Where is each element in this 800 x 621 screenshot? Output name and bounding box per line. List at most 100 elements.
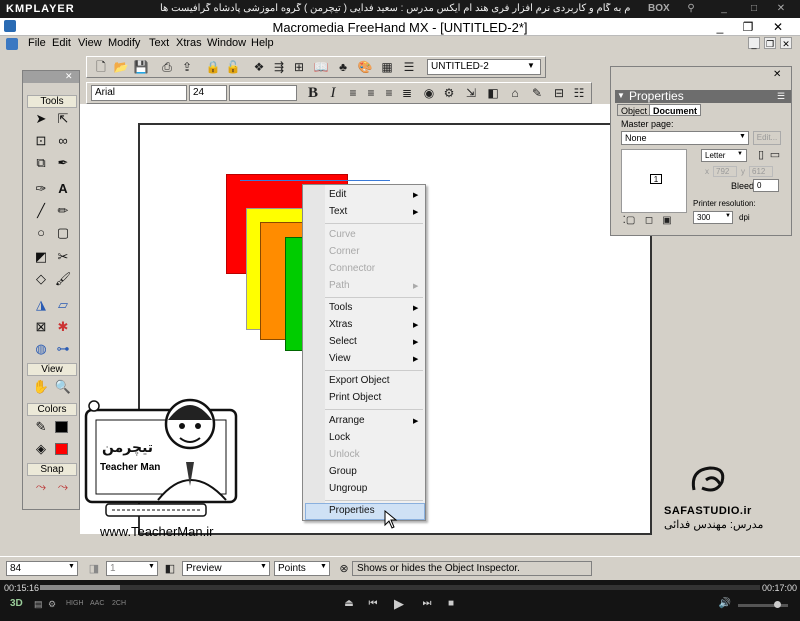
align-right-icon[interactable]: ≡ — [381, 85, 397, 101]
hand-tool-icon[interactable]: ✋ — [31, 377, 51, 397]
fill-color-icon[interactable]: ◈ — [31, 439, 51, 459]
menu-help[interactable]: Help — [251, 37, 274, 49]
3d-button[interactable]: 3D — [10, 598, 23, 609]
attach-path-icon[interactable]: ⚙ — [441, 85, 457, 101]
freeform-tool-icon[interactable]: ◩ — [31, 247, 51, 267]
menu-view[interactable]: View — [78, 37, 102, 49]
list-icon[interactable]: ☷ — [571, 85, 587, 101]
master-page-select[interactable]: None — [621, 131, 749, 145]
text-editor-icon[interactable]: ⌂ — [507, 85, 523, 101]
font-style-field[interactable] — [229, 85, 297, 101]
flow-text-icon[interactable]: ⇲ — [463, 85, 479, 101]
page-thumbnail[interactable]: 1 — [621, 149, 687, 213]
ctx-item-view[interactable]: View — [329, 353, 351, 364]
ctx-item-edit[interactable]: Edit — [329, 189, 346, 200]
align-icon[interactable]: ⇶ — [271, 59, 287, 75]
brush-tool-icon[interactable]: 🖌 — [53, 269, 73, 289]
text-wrap-icon[interactable]: ◉ — [421, 85, 437, 101]
ctx-item-curve[interactable]: Curve — [329, 229, 356, 240]
panel-options-icon[interactable]: ☰ — [777, 91, 785, 102]
doc-restore-icon[interactable]: ❐ — [764, 37, 776, 49]
ctx-item-path[interactable]: Path — [329, 280, 350, 291]
pin-icon[interactable]: ⚲ — [685, 3, 697, 14]
perspective-tool-icon[interactable]: ◍ — [31, 339, 51, 359]
knife-tool-icon[interactable]: ✂ — [53, 247, 73, 267]
unlock-icon[interactable]: 🔓 — [225, 59, 241, 75]
app-minimize-icon[interactable]: _ — [712, 20, 728, 34]
skew-tool-icon[interactable]: ▱ — [53, 295, 73, 315]
tab-document[interactable]: Document — [649, 104, 702, 116]
ctx-item-ungroup[interactable]: Ungroup — [329, 483, 367, 494]
stroke-color-swatch[interactable] — [55, 421, 68, 433]
menu-window[interactable]: Window — [207, 37, 246, 49]
stop-icon[interactable]: ■ — [444, 598, 458, 609]
text-frame-icon[interactable]: ⊟ — [551, 85, 567, 101]
next-page-icon[interactable]: ◧ — [162, 561, 178, 577]
convert-outlines-icon[interactable]: ◧ — [485, 85, 501, 101]
import-icon[interactable]: ⎙ — [159, 59, 175, 75]
symbol-icon[interactable]: ♣ — [335, 59, 351, 75]
ctx-item-tools[interactable]: Tools — [329, 302, 352, 313]
open-folder-icon[interactable]: 📂 — [113, 59, 129, 75]
ctx-item-arrange[interactable]: Arrange — [329, 415, 365, 426]
ctx-item-select[interactable]: Select — [329, 336, 357, 347]
app-restore-icon[interactable]: ❐ — [740, 20, 756, 34]
pointer-tool-icon[interactable]: ➤ — [31, 109, 51, 129]
box-button[interactable]: BOX — [648, 3, 670, 14]
menu-modify[interactable]: Modify — [108, 37, 140, 49]
zoom-tool-icon[interactable]: 🔍 — [53, 377, 73, 397]
italic-icon[interactable]: I — [325, 85, 341, 101]
layers-icon[interactable]: ☰ — [401, 59, 417, 75]
app-close-icon[interactable]: ✕ — [770, 20, 786, 34]
edit-button[interactable]: Edit... — [753, 131, 781, 145]
justify-icon[interactable]: ≣ — [399, 85, 415, 101]
new-document-icon[interactable]: 🗋 — [93, 59, 109, 75]
page-tool-icon[interactable]: ⊡ — [31, 131, 51, 151]
connector-tool-icon[interactable]: ⊶ — [53, 339, 73, 359]
doc-close-icon[interactable]: ✕ — [780, 37, 792, 49]
ctx-item-xtras[interactable]: Xtras — [329, 319, 352, 330]
font-size-field[interactable]: 24 — [189, 85, 227, 101]
collapse-arrow-icon[interactable]: ▼ — [617, 91, 625, 100]
volume-icon[interactable]: 🔊 — [718, 598, 732, 609]
swatches-icon[interactable]: ▦ — [379, 59, 395, 75]
menu-edit[interactable]: Edit — [52, 37, 71, 49]
align-center-icon[interactable]: ≡ — [363, 85, 379, 101]
eraser-tool-icon[interactable]: ◇ — [31, 269, 51, 289]
rectangle-tool-icon[interactable]: ▢ — [53, 223, 73, 243]
maximize-icon[interactable]: □ — [748, 3, 760, 14]
ctx-item-export-object[interactable]: Export Object — [329, 375, 390, 386]
lasso-tool-icon[interactable]: ∞ — [53, 131, 73, 151]
trace-tool-icon[interactable]: ⊠ — [31, 317, 51, 337]
duplicate-page-icon[interactable]: ◻ — [641, 213, 657, 229]
lock-icon[interactable]: 🔒 — [205, 59, 221, 75]
next-icon[interactable]: ⏭ — [420, 598, 434, 609]
align-left-icon[interactable]: ≡ — [345, 85, 361, 101]
transform-icon[interactable]: ⊞ — [291, 59, 307, 75]
ctx-item-connector[interactable]: Connector — [329, 263, 375, 274]
menu-xtras[interactable]: Xtras — [176, 37, 202, 49]
ctx-item-print-object[interactable]: Print Object — [329, 392, 381, 403]
ctx-item-properties[interactable]: Properties — [329, 505, 375, 516]
delete-page-icon[interactable]: ▣ — [659, 213, 675, 229]
minimize-icon[interactable]: _ — [718, 3, 730, 14]
properties-close-icon[interactable]: ✕ — [773, 69, 781, 80]
scale-tool-icon[interactable]: ⧉ — [31, 153, 51, 173]
font-name-field[interactable]: Arial — [91, 85, 187, 101]
ctx-item-group[interactable]: Group — [329, 466, 357, 477]
previous-icon[interactable]: ⏮ — [366, 598, 380, 609]
cancel-render-icon[interactable]: ⊗ — [336, 561, 352, 577]
settings-icon[interactable]: ⚙ — [48, 599, 56, 610]
bleed-field[interactable]: 0 — [753, 179, 779, 192]
width-field[interactable]: 792 — [713, 166, 737, 177]
previous-page-icon[interactable]: ◨ — [86, 561, 102, 577]
stroke-color-icon[interactable]: ✎ — [31, 417, 51, 437]
seek-bar[interactable] — [40, 585, 760, 590]
spellcheck-icon[interactable]: ✎ — [529, 85, 545, 101]
reflect-tool-icon[interactable]: ◮ — [31, 295, 51, 315]
ellipse-tool-icon[interactable]: ○ — [31, 223, 51, 243]
ctx-item-text[interactable]: Text — [329, 206, 347, 217]
snap-to-point-icon[interactable]: ⤳ — [31, 477, 51, 497]
view-mode-select[interactable]: Preview — [182, 561, 270, 576]
eyedropper-tool-icon[interactable]: ✒ — [53, 153, 73, 173]
